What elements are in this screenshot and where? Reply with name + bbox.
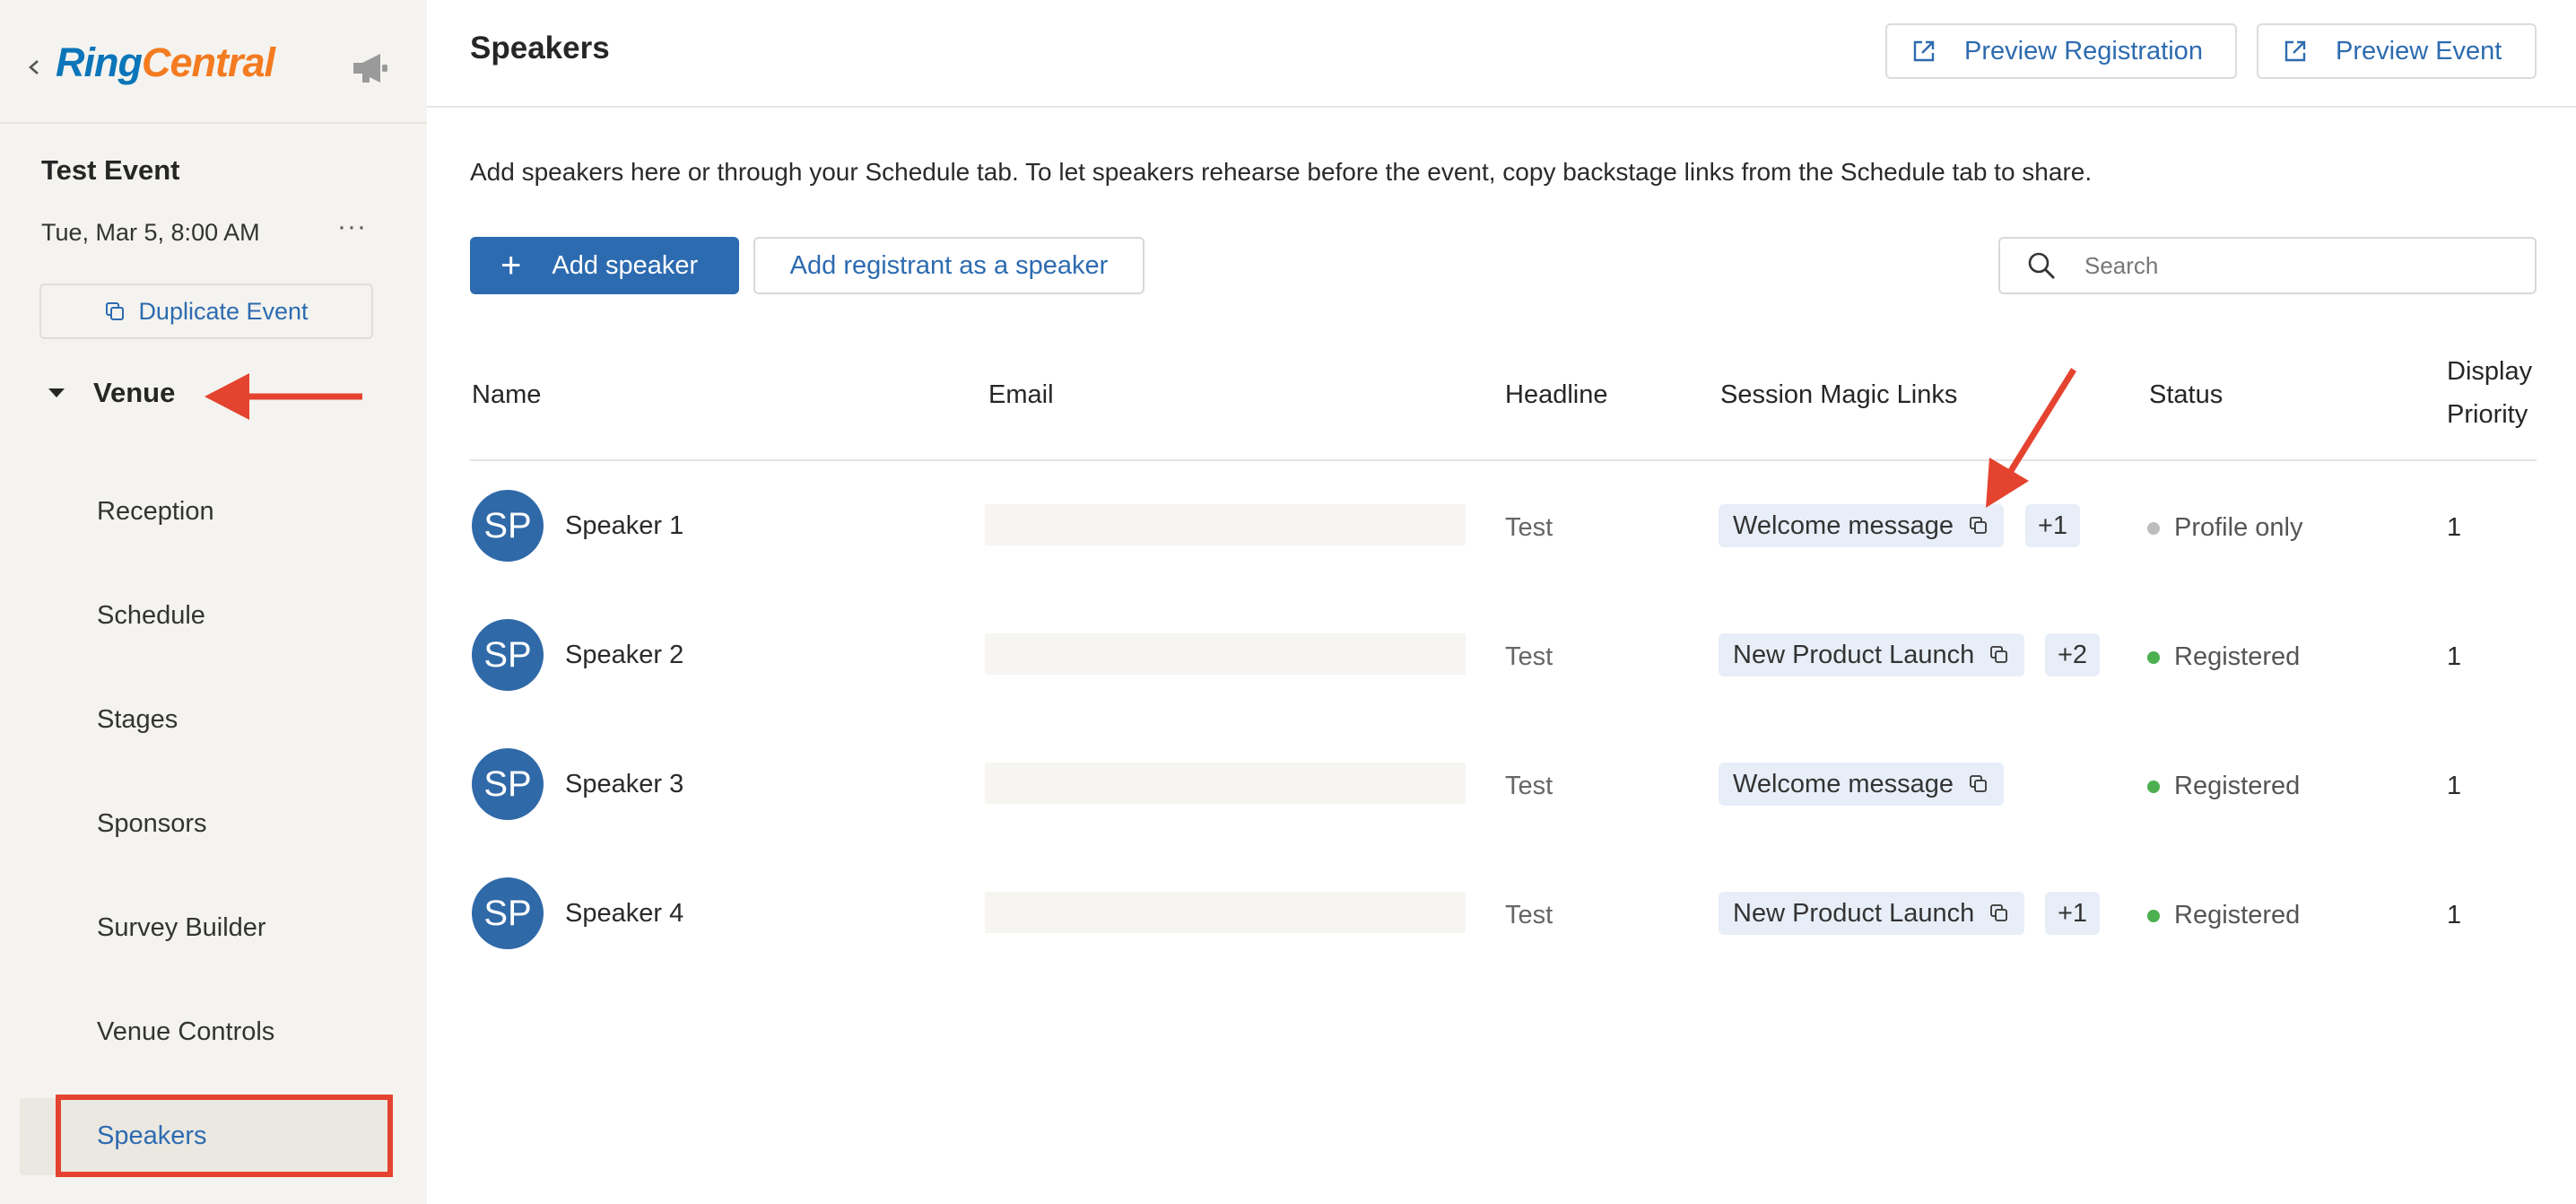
status-label: Registered <box>2174 642 2301 671</box>
duplicate-event-button[interactable]: Duplicate Event <box>39 284 373 339</box>
column-header-email: Email <box>988 380 1054 409</box>
annotation-arrow <box>1986 368 2076 508</box>
search-input[interactable] <box>2084 251 2515 280</box>
column-header-session-magic-links: Session Magic Links <box>1720 380 1958 409</box>
sidebar-item-schedule[interactable]: Schedule <box>97 601 205 631</box>
email-redacted <box>985 763 1466 804</box>
speaker-name: Speaker 1 <box>565 511 684 540</box>
sidebar-item-reception[interactable]: Reception <box>97 497 214 527</box>
add-speaker-label: Add speaker <box>552 250 699 280</box>
speaker-name: Speaker 4 <box>565 899 684 928</box>
copy-icon[interactable] <box>1968 773 1989 795</box>
session-link-label: New Product Launch <box>1733 898 1975 928</box>
status-label: Profile only <box>2174 513 2303 542</box>
preview-registration-button[interactable]: Preview Registration <box>1885 23 2237 79</box>
chevron-left-icon[interactable] <box>23 50 45 84</box>
search-box[interactable] <box>1998 237 2537 294</box>
session-link-chip[interactable]: New Product Launch <box>1719 892 2025 935</box>
intro-text: Add speakers here or through your Schedu… <box>470 158 2093 186</box>
preview-event-label: Preview Event <box>2336 36 2502 65</box>
status-badge: Registered <box>2147 901 2300 930</box>
plus-icon: + <box>500 246 522 285</box>
preview-registration-label: Preview Registration <box>1964 36 2203 65</box>
copy-icon[interactable] <box>1989 903 2010 924</box>
session-link-label: New Product Launch <box>1733 640 1975 669</box>
column-header-display: Display <box>2447 357 2533 386</box>
copy-icon[interactable] <box>1989 644 2010 666</box>
session-link-label: Welcome message <box>1733 510 1954 540</box>
venue-section-toggle[interactable]: Venue <box>47 377 175 409</box>
top-bar: Speakers Preview Registration Preview Ev… <box>427 0 2576 108</box>
status-dot <box>2147 780 2160 793</box>
preview-event-button[interactable]: Preview Event <box>2257 23 2537 79</box>
sidebar-item-survey-builder[interactable]: Survey Builder <box>97 913 266 943</box>
session-link-chip[interactable]: New Product Launch <box>1719 633 2025 676</box>
status-dot <box>2147 909 2160 922</box>
external-link-icon <box>1913 40 1935 62</box>
display-priority: 1 <box>2447 642 2462 671</box>
add-speaker-button[interactable]: + Add speaker <box>470 237 739 294</box>
display-priority: 1 <box>2447 901 2462 929</box>
email-redacted <box>985 504 1466 545</box>
table-row[interactable]: SP Speaker 1 Test Welcome message +1 Pro… <box>470 481 2537 571</box>
column-header-priority: Priority <box>2447 400 2528 429</box>
caret-down-icon <box>48 388 65 397</box>
sidebar: RingCentral Test Event Tue, Mar 5, 8:00 … <box>0 0 427 1204</box>
speaker-headline: Test <box>1505 642 1553 671</box>
more-options-icon[interactable]: ··· <box>337 212 367 242</box>
sidebar-item-venue-controls[interactable]: Venue Controls <box>97 1017 274 1047</box>
event-title: Test Event <box>41 154 180 186</box>
session-link-label: Welcome message <box>1733 769 1954 798</box>
sidebar-item-stages[interactable]: Stages <box>97 705 178 735</box>
column-header-status: Status <box>2149 380 2224 409</box>
add-registrant-as-speaker-button[interactable]: Add registrant as a speaker <box>753 237 1144 294</box>
avatar: SP <box>472 748 544 820</box>
status-badge: Profile only <box>2147 513 2302 543</box>
session-link-chip[interactable]: Welcome message <box>1719 504 2005 547</box>
session-link-chip[interactable]: Welcome message <box>1719 763 2005 806</box>
table-row[interactable]: SP Speaker 4 Test New Product Launch +1 … <box>470 868 2537 958</box>
page-title: Speakers <box>470 31 610 65</box>
more-links-chip[interactable]: +2 <box>2045 633 2101 676</box>
column-header-headline: Headline <box>1505 380 1608 409</box>
table-row[interactable]: SP Speaker 2 Test New Product Launch +2 … <box>470 610 2537 700</box>
event-date: Tue, Mar 5, 8:00 AM <box>41 219 260 246</box>
copy-icon[interactable] <box>1968 515 1989 537</box>
more-links-chip[interactable]: +1 <box>2045 892 2101 935</box>
search-icon <box>2028 252 2055 279</box>
speaker-name: Speaker 2 <box>565 641 684 669</box>
status-label: Registered <box>2174 901 2301 929</box>
table-header-divider <box>470 459 2537 461</box>
external-link-icon <box>2284 40 2306 62</box>
display-priority: 1 <box>2447 772 2462 800</box>
avatar: SP <box>472 619 544 691</box>
sidebar-header: RingCentral <box>0 0 427 124</box>
status-dot <box>2147 650 2160 664</box>
venue-section-label: Venue <box>93 377 176 408</box>
display-priority: 1 <box>2447 513 2462 542</box>
speaker-name: Speaker 3 <box>565 770 684 798</box>
email-redacted <box>985 892 1466 933</box>
column-header-name: Name <box>472 380 542 409</box>
sidebar-item-sponsors[interactable]: Sponsors <box>97 809 207 839</box>
duplicate-event-label: Duplicate Event <box>138 297 309 325</box>
megaphone-icon[interactable] <box>350 50 391 86</box>
copy-icon <box>106 302 125 320</box>
avatar: SP <box>472 877 544 949</box>
table-row[interactable]: SP Speaker 3 Test Welcome message Regist… <box>470 739 2537 829</box>
speaker-headline: Test <box>1505 772 1553 800</box>
status-badge: Registered <box>2147 772 2300 801</box>
speaker-headline: Test <box>1505 513 1553 542</box>
ringcentral-logo[interactable]: RingCentral <box>56 39 275 86</box>
status-badge: Registered <box>2147 642 2300 672</box>
status-label: Registered <box>2174 772 2301 800</box>
annotation-arrow <box>205 373 362 420</box>
email-redacted <box>985 633 1466 675</box>
speaker-headline: Test <box>1505 901 1553 929</box>
status-dot <box>2147 521 2160 535</box>
avatar: SP <box>472 490 544 562</box>
annotation-highlight-box <box>56 1095 393 1177</box>
